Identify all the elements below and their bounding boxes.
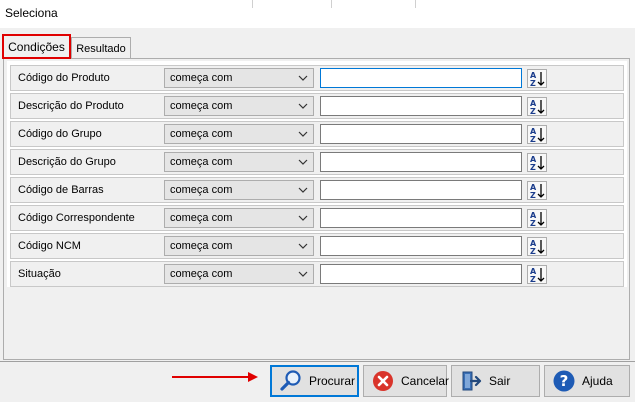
chevron-down-icon	[298, 103, 308, 109]
sair-label: Sair	[489, 374, 511, 388]
operator-select[interactable]: começa com	[164, 96, 314, 116]
condition-row: Descrição do Produto começa com AZ	[10, 93, 624, 119]
exit-door-icon	[462, 371, 482, 391]
operator-value: começa com	[170, 184, 233, 196]
procurar-button[interactable]: Procurar	[270, 365, 359, 397]
operator-value: começa com	[170, 72, 233, 84]
condition-label: Código do Produto	[18, 72, 110, 84]
condition-row: Código NCM começa com AZ	[10, 233, 624, 259]
condition-row: Situação começa com AZ	[10, 261, 624, 287]
cancel-x-icon	[373, 371, 393, 391]
condition-value-input[interactable]	[320, 180, 522, 200]
conditions-panel: Código do Produto começa com AZ Descriçã…	[3, 58, 630, 360]
cancelar-label: Cancelar	[401, 374, 450, 388]
ajuda-label: Ajuda	[582, 374, 613, 388]
operator-value: começa com	[170, 268, 233, 280]
title-bar: Seleciona	[0, 0, 635, 28]
tab-condicoes[interactable]: Condições	[2, 34, 71, 59]
condition-row: Código do Grupo começa com AZ	[10, 121, 624, 147]
svg-text:Z: Z	[530, 275, 536, 283]
svg-text:?: ?	[560, 372, 569, 390]
window-title: Seleciona	[5, 6, 58, 20]
operator-value: começa com	[170, 100, 233, 112]
operator-value: começa com	[170, 212, 233, 224]
sort-button[interactable]: AZ	[527, 153, 547, 172]
condition-value-input[interactable]	[320, 264, 522, 284]
ajuda-button[interactable]: ? Ajuda	[544, 365, 630, 397]
chevron-down-icon	[298, 75, 308, 81]
sort-button[interactable]: AZ	[527, 125, 547, 144]
svg-text:Z: Z	[530, 219, 536, 227]
condition-label: Descrição do Grupo	[18, 156, 116, 168]
condition-value-input[interactable]	[320, 124, 522, 144]
red-arrow-annotation	[172, 372, 258, 382]
svg-text:Z: Z	[530, 79, 536, 87]
svg-text:Z: Z	[530, 163, 536, 171]
sort-button[interactable]: AZ	[527, 69, 547, 88]
condition-label: Código Correspondente	[18, 212, 135, 224]
condition-value-input[interactable]	[320, 68, 522, 88]
help-question-icon: ?	[553, 370, 575, 392]
sort-az-icon: AZ	[530, 99, 545, 116]
condition-row: Código Correspondente começa com AZ	[10, 205, 624, 231]
svg-text:Z: Z	[530, 135, 536, 143]
conditions-list: Código do Produto começa com AZ Descriçã…	[7, 61, 627, 287]
condition-label: Descrição do Produto	[18, 100, 124, 112]
magnifier-icon	[280, 370, 301, 391]
cancelar-button[interactable]: Cancelar	[363, 365, 450, 397]
operator-select[interactable]: começa com	[164, 152, 314, 172]
sort-button[interactable]: AZ	[527, 209, 547, 228]
operator-value: começa com	[170, 156, 233, 168]
condition-label: Código do Grupo	[18, 128, 102, 140]
condition-value-input[interactable]	[320, 96, 522, 116]
procurar-label: Procurar	[309, 374, 356, 388]
sair-button[interactable]: Sair	[451, 365, 540, 397]
header-divider	[331, 0, 332, 8]
sort-az-icon: AZ	[530, 71, 545, 88]
operator-select[interactable]: começa com	[164, 236, 314, 256]
operator-select[interactable]: começa com	[164, 208, 314, 228]
sort-az-icon: AZ	[530, 183, 545, 200]
sort-button[interactable]: AZ	[527, 237, 547, 256]
sort-button[interactable]: AZ	[527, 265, 547, 284]
tab-resultado[interactable]: Resultado	[71, 37, 131, 59]
condition-label: Situação	[18, 268, 61, 280]
chevron-down-icon	[298, 187, 308, 193]
operator-select[interactable]: começa com	[164, 180, 314, 200]
chevron-down-icon	[298, 271, 308, 277]
condition-row: Código do Produto começa com AZ	[10, 65, 624, 91]
sort-button[interactable]: AZ	[527, 97, 547, 116]
operator-value: começa com	[170, 128, 233, 140]
chevron-down-icon	[298, 159, 308, 165]
header-divider	[252, 0, 253, 8]
condition-label: Código NCM	[18, 240, 81, 252]
operator-value: começa com	[170, 240, 233, 252]
sort-az-icon: AZ	[530, 127, 545, 144]
footer-divider	[0, 361, 635, 362]
sort-az-icon: AZ	[530, 155, 545, 172]
operator-select[interactable]: começa com	[164, 68, 314, 88]
chevron-down-icon	[298, 243, 308, 249]
svg-text:Z: Z	[530, 247, 536, 255]
svg-text:Z: Z	[530, 191, 536, 199]
operator-select[interactable]: começa com	[164, 264, 314, 284]
sort-az-icon: AZ	[530, 239, 545, 256]
chevron-down-icon	[298, 131, 308, 137]
condition-value-input[interactable]	[320, 152, 522, 172]
sort-az-icon: AZ	[530, 211, 545, 228]
condition-value-input[interactable]	[320, 236, 522, 256]
condition-value-input[interactable]	[320, 208, 522, 228]
condition-row: Código de Barras começa com AZ	[10, 177, 624, 203]
condition-row: Descrição do Grupo começa com AZ	[10, 149, 624, 175]
sort-az-icon: AZ	[530, 267, 545, 284]
tab-strip: Condições Resultado	[0, 28, 635, 59]
operator-select[interactable]: começa com	[164, 124, 314, 144]
chevron-down-icon	[298, 215, 308, 221]
sort-button[interactable]: AZ	[527, 181, 547, 200]
header-divider	[415, 0, 416, 8]
svg-text:Z: Z	[530, 107, 536, 115]
condition-label: Código de Barras	[18, 184, 104, 196]
